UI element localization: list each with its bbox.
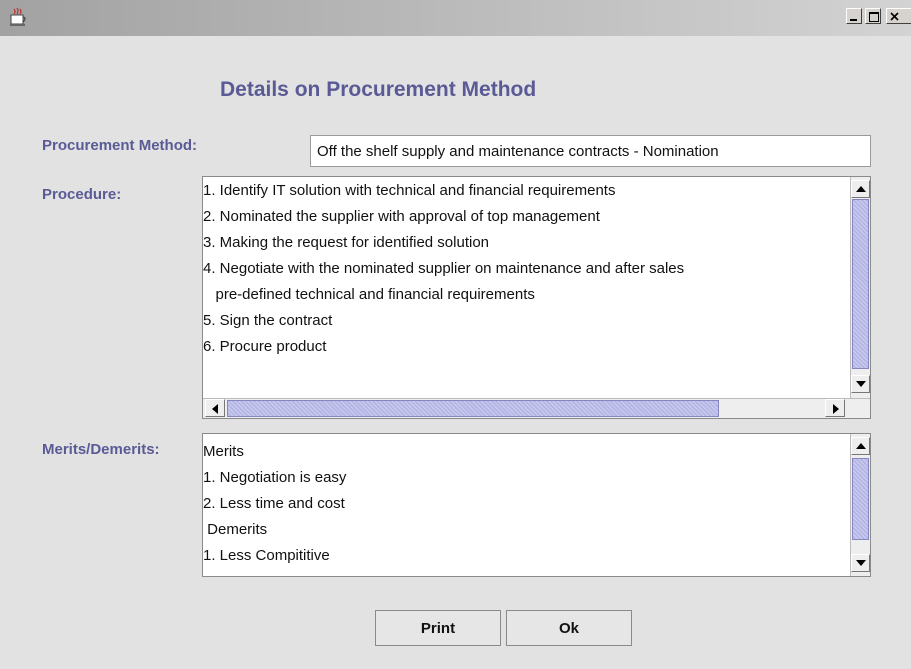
procedure-horizontal-scrollbar[interactable] <box>203 398 870 418</box>
arrow-down-icon <box>856 560 866 566</box>
scroll-down-button[interactable] <box>851 554 870 572</box>
print-button[interactable]: Print <box>375 610 501 646</box>
title-bar[interactable] <box>0 0 911 36</box>
minimize-icon <box>850 19 857 21</box>
procurement-method-label: Procurement Method: <box>42 137 198 154</box>
arrow-up-icon <box>856 443 866 449</box>
scroll-up-button[interactable] <box>851 180 870 198</box>
close-icon <box>890 12 899 21</box>
procedure-line: 3. Making the request for identified sol… <box>203 234 490 251</box>
arrow-up-icon <box>856 186 866 192</box>
scroll-down-button[interactable] <box>851 375 870 393</box>
maximize-button[interactable] <box>865 8 881 24</box>
procedure-line: 2. Nominated the supplier with approval … <box>203 208 600 225</box>
merits-demerits-textarea[interactable]: Merits 1. Negotiation is easy 2. Less ti… <box>202 433 871 577</box>
merits-line: Demerits <box>203 521 268 538</box>
merits-vertical-scrollbar[interactable] <box>850 434 870 576</box>
merits-demerits-label: Merits/Demerits: <box>42 441 160 458</box>
minimize-button[interactable] <box>846 8 862 24</box>
scroll-right-button[interactable] <box>825 399 845 417</box>
scroll-left-button[interactable] <box>205 399 225 417</box>
procedure-label: Procedure: <box>42 186 122 203</box>
scroll-thumb[interactable] <box>852 458 869 540</box>
close-button[interactable] <box>886 8 911 24</box>
maximize-icon <box>869 12 879 22</box>
procedure-vertical-scrollbar[interactable] <box>850 177 870 398</box>
merits-line: 1. Less Compititive <box>203 547 330 564</box>
merits-line: 2. Less time and cost <box>203 495 345 512</box>
arrow-right-icon <box>833 404 839 414</box>
procedure-line: 6. Procure product <box>203 338 327 355</box>
procedure-line: 1. Identify IT solution with technical a… <box>203 182 616 199</box>
scroll-thumb[interactable] <box>852 199 869 369</box>
ok-button[interactable]: Ok <box>506 610 632 646</box>
procurement-method-field[interactable]: Off the shelf supply and maintenance con… <box>310 135 871 167</box>
procedure-line: pre-defined technical and financial requ… <box>203 286 535 303</box>
dialog-heading: Details on Procurement Method <box>220 78 537 101</box>
merits-line: Merits <box>203 443 244 460</box>
procedure-line: 5. Sign the contract <box>203 312 333 329</box>
scroll-up-button[interactable] <box>851 437 870 455</box>
scroll-thumb[interactable] <box>227 400 719 417</box>
arrow-left-icon <box>212 404 218 414</box>
arrow-down-icon <box>856 381 866 387</box>
procedure-line: 4. Negotiate with the nominated supplier… <box>203 260 685 277</box>
java-cup-icon <box>10 7 26 26</box>
procedure-textarea[interactable]: 1. Identify IT solution with technical a… <box>202 176 871 419</box>
merits-line: 1. Negotiation is easy <box>203 469 347 486</box>
